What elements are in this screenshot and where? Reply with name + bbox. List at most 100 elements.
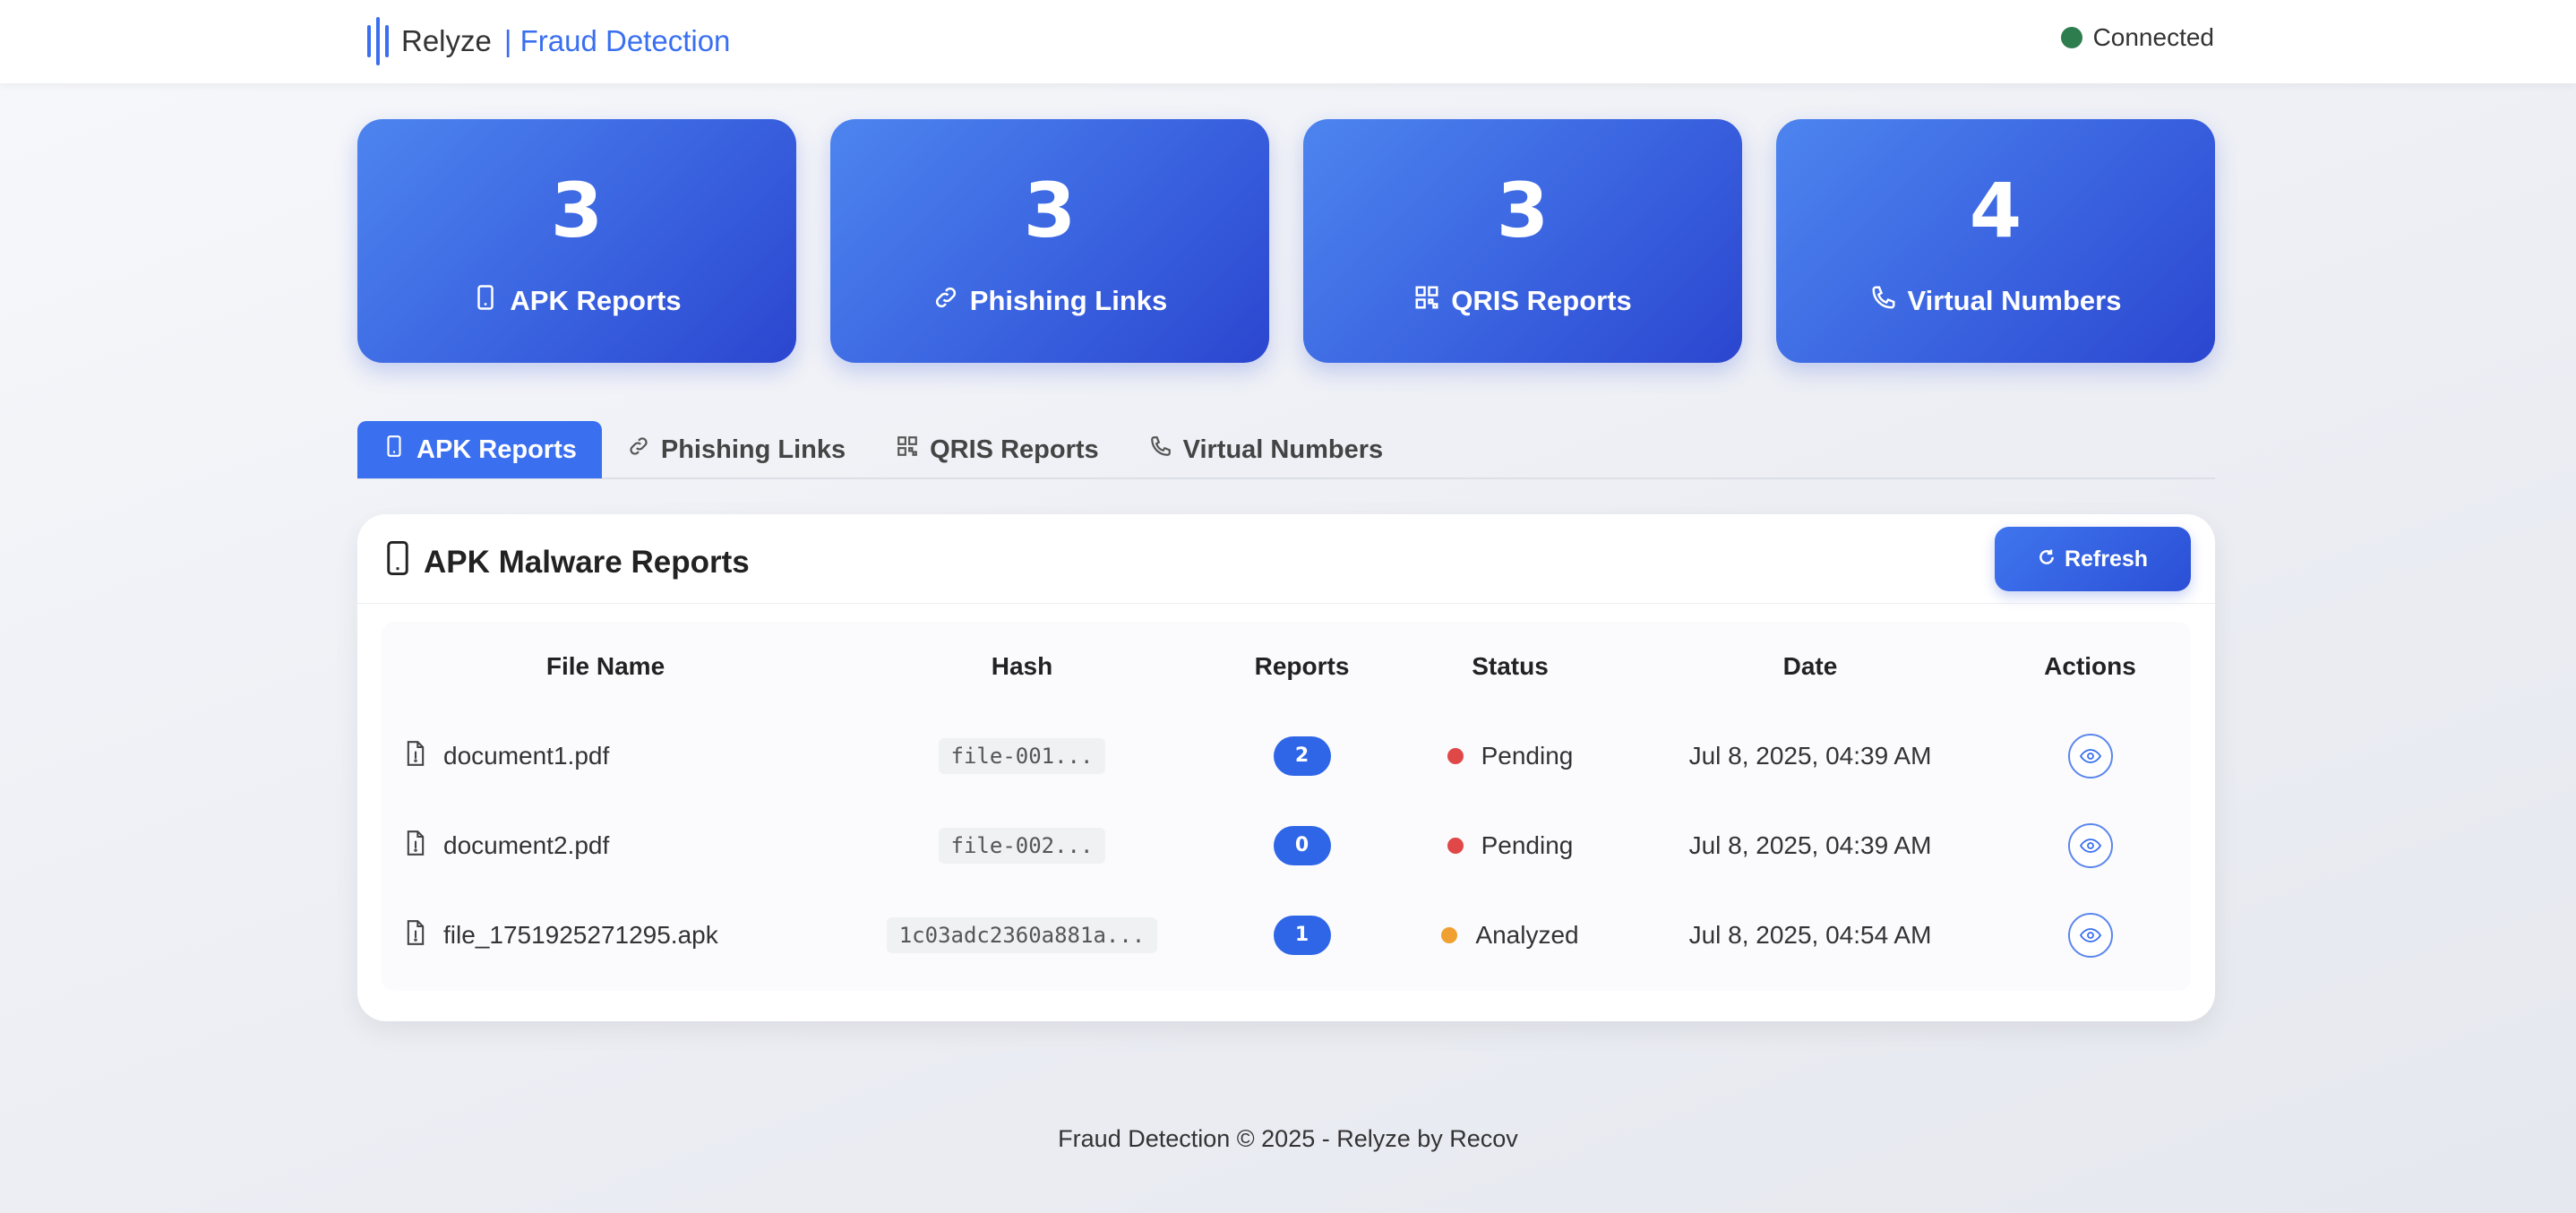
stat-label: Phishing Links <box>969 285 1168 316</box>
connection-dot-icon <box>2060 27 2082 48</box>
tab-virtual-numbers[interactable]: Virtual Numbers <box>1124 421 1408 478</box>
panel-title-text: APK Malware Reports <box>424 544 750 580</box>
qr-code-icon <box>1413 284 1440 318</box>
stat-label: QRIS Reports <box>1451 285 1632 316</box>
panel-header: APK Malware Reports Refresh <box>357 514 2215 604</box>
status-dot-icon <box>1441 927 1458 943</box>
refresh-icon <box>2038 546 2056 572</box>
phone-icon <box>384 541 411 583</box>
eye-icon <box>2079 928 2101 942</box>
report-tabs: APK Reports Phishing Links QRIS Reports … <box>357 421 2215 479</box>
status-cell: Pending <box>1389 711 1631 801</box>
footer: Fraud Detection © 2025 - Relyze by Recov <box>0 1125 2576 1153</box>
view-details-button[interactable] <box>2067 823 2113 868</box>
telephone-icon <box>1149 434 1172 465</box>
apk-reports-panel: APK Malware Reports Refresh File Name Ha… <box>357 514 2215 1021</box>
stats-row: 3 APK Reports 3 Phishing Links 3 QRIS Re… <box>357 119 2215 363</box>
reports-cell: 1 <box>1215 890 1389 980</box>
column-header-file-name[interactable]: File Name <box>382 622 829 711</box>
stat-card-apk: 3 APK Reports <box>357 119 796 363</box>
file-name: file_1751925271295.apk <box>443 921 718 949</box>
eye-icon <box>2079 749 2101 763</box>
report-count-badge: 2 <box>1273 736 1331 776</box>
stat-label-row: Phishing Links <box>830 284 1269 318</box>
connection-status: Connected <box>2060 23 2214 52</box>
column-header-reports[interactable]: Reports <box>1215 622 1389 711</box>
qr-code-icon <box>896 434 919 465</box>
date-cell: Jul 8, 2025, 04:39 AM <box>1688 831 1932 859</box>
brand[interactable]: Relyze | Fraud Detection <box>367 16 730 66</box>
stat-label-row: Virtual Numbers <box>1776 284 2215 318</box>
reports-table: File Name Hash Reports Status Date Actio… <box>382 622 2191 980</box>
stat-value: 3 <box>550 167 604 254</box>
phone-icon <box>382 434 406 465</box>
tab-phishing-links[interactable]: Phishing Links <box>602 421 871 478</box>
column-header-date[interactable]: Date <box>1631 622 1989 711</box>
file-icon <box>406 740 425 772</box>
status-text: Pending <box>1481 831 1574 859</box>
hash-cell: file-002... <box>829 801 1215 890</box>
file-name: document2.pdf <box>443 831 610 859</box>
file-cell: file_1751925271295.apk <box>382 890 829 980</box>
file-cell: document2.pdf <box>382 801 829 890</box>
table-row[interactable]: document2.pdf file-002... 0 Pending Jul … <box>382 801 2191 890</box>
hash-value: file-002... <box>938 828 1106 864</box>
stat-card-virtual-numbers: 4 Virtual Numbers <box>1776 119 2215 363</box>
relyze-logo-icon <box>367 16 389 66</box>
stat-value: 3 <box>1023 167 1077 254</box>
reports-table-container: File Name Hash Reports Status Date Actio… <box>382 622 2191 991</box>
tab-label: Virtual Numbers <box>1182 434 1384 464</box>
top-navbar: Relyze | Fraud Detection Connected <box>0 0 2576 83</box>
tab-label: Phishing Links <box>660 434 846 464</box>
table-row[interactable]: file_1751925271295.apk 1c03adc2360a881a.… <box>382 890 2191 980</box>
reports-cell: 2 <box>1215 711 1389 801</box>
file-name: document1.pdf <box>443 742 610 770</box>
brand-subtitle: | Fraud Detection <box>503 24 731 57</box>
status-text: Pending <box>1481 742 1574 770</box>
tab-qris-reports[interactable]: QRIS Reports <box>871 421 1124 478</box>
telephone-icon <box>1870 284 1897 318</box>
stat-value: 4 <box>1969 167 2022 254</box>
stat-label: APK Reports <box>510 285 682 316</box>
stat-label-row: APK Reports <box>357 284 796 318</box>
file-cell: document1.pdf <box>382 711 829 801</box>
table-header-row: File Name Hash Reports Status Date Actio… <box>382 622 2191 711</box>
column-header-actions: Actions <box>2044 652 2136 680</box>
status-dot-icon <box>1447 748 1464 764</box>
file-icon <box>406 830 425 862</box>
stat-card-qris: 3 QRIS Reports <box>1303 119 1742 363</box>
report-count-badge: 1 <box>1273 916 1331 955</box>
actions-cell <box>1989 890 2191 980</box>
eye-icon <box>2079 839 2101 853</box>
actions-cell <box>1989 801 2191 890</box>
view-details-button[interactable] <box>2067 913 2113 958</box>
reports-cell: 0 <box>1215 801 1389 890</box>
connection-label: Connected <box>2092 23 2214 51</box>
stat-label-row: QRIS Reports <box>1303 284 1742 318</box>
tab-apk-reports[interactable]: APK Reports <box>357 421 602 478</box>
file-icon <box>406 919 425 951</box>
phone-icon <box>472 284 499 318</box>
hash-value: file-001... <box>938 738 1106 774</box>
stat-label: Virtual Numbers <box>1907 285 2122 316</box>
stat-card-phishing: 3 Phishing Links <box>830 119 1269 363</box>
date-cell: Jul 8, 2025, 04:39 AM <box>1688 742 1932 770</box>
refresh-label: Refresh <box>2064 546 2149 572</box>
report-count-badge: 0 <box>1273 826 1331 865</box>
status-dot-icon <box>1447 838 1464 854</box>
status-text: Analyzed <box>1475 921 1579 949</box>
panel-title: APK Malware Reports <box>384 541 750 583</box>
date-cell: Jul 8, 2025, 04:54 AM <box>1688 921 1932 949</box>
view-details-button[interactable] <box>2067 734 2113 779</box>
status-cell: Pending <box>1389 801 1631 890</box>
status-cell: Analyzed <box>1389 890 1631 980</box>
stat-value: 3 <box>1496 167 1550 254</box>
refresh-button[interactable]: Refresh <box>1995 527 2191 591</box>
footer-text: Fraud Detection © 2025 - Relyze by Recov <box>1058 1125 1518 1152</box>
column-header-status[interactable]: Status <box>1389 622 1631 711</box>
tab-label: APK Reports <box>416 434 577 464</box>
hash-cell: file-001... <box>829 711 1215 801</box>
column-header-hash[interactable]: Hash <box>829 622 1215 711</box>
table-row[interactable]: document1.pdf file-001... 2 Pending Jul … <box>382 711 2191 801</box>
link-icon <box>932 284 959 318</box>
